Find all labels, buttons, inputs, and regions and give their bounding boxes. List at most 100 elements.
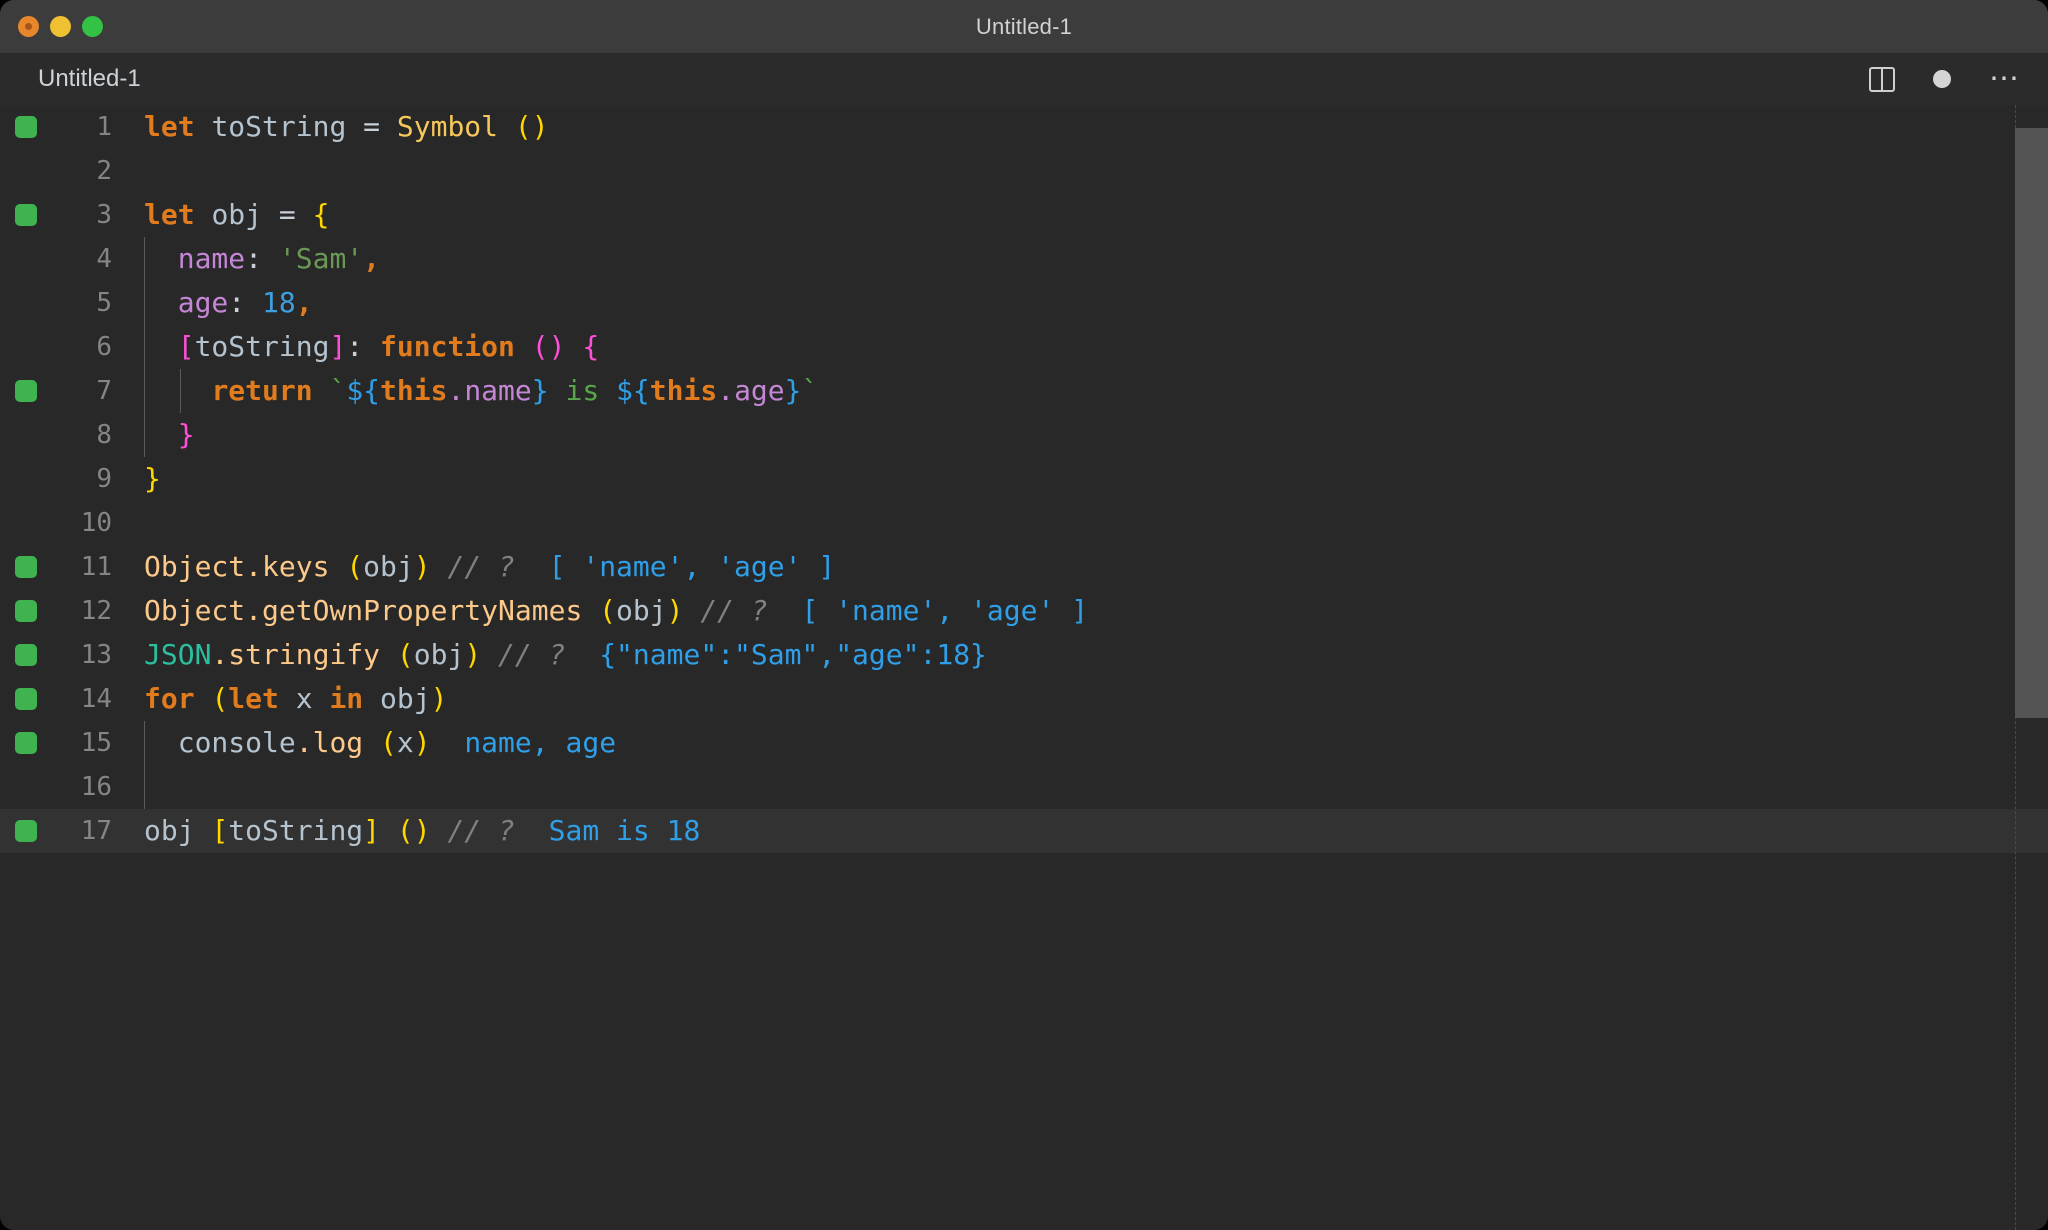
breakpoint-gutter[interactable] <box>0 336 52 358</box>
breakpoint-marker-empty[interactable] <box>15 292 37 314</box>
token-paren-open: ( <box>346 550 363 583</box>
breakpoint-marker[interactable] <box>15 556 37 578</box>
line-number: 13 <box>52 640 120 670</box>
code-content[interactable] <box>120 501 2048 545</box>
breakpoint-gutter[interactable] <box>0 424 52 446</box>
close-window-button[interactable] <box>18 16 39 37</box>
code-line[interactable]: 10 <box>0 501 2048 545</box>
breakpoint-marker[interactable] <box>15 820 37 842</box>
code-line[interactable]: 6 [toString]: function () { <box>0 325 2048 369</box>
token-paren-close: ) <box>414 814 431 847</box>
token-brace-close: } <box>178 418 195 451</box>
breakpoint-marker-empty[interactable] <box>15 776 37 798</box>
breakpoint-gutter[interactable] <box>0 380 52 402</box>
code-line[interactable]: 9 } <box>0 457 2048 501</box>
breakpoint-marker[interactable] <box>15 204 37 226</box>
token-brace-open: { <box>582 330 599 363</box>
breakpoint-marker-empty[interactable] <box>15 336 37 358</box>
tab-untitled-1[interactable]: Untitled-1 <box>38 65 141 93</box>
code-content[interactable]: let toString = Symbol () <box>120 105 2048 149</box>
token-comma: , <box>296 286 313 319</box>
code-content[interactable] <box>120 149 2048 193</box>
code-line[interactable]: 3 let obj = { <box>0 193 2048 237</box>
token-keyword: let <box>144 198 195 231</box>
vertical-scrollbar-thumb[interactable] <box>2015 128 2048 718</box>
code-line[interactable]: 7 return `${this.name} is ${this.age}` <box>0 369 2048 413</box>
code-line-active[interactable]: 17 obj [toString] () // ? Sam is 18 <box>0 809 2048 853</box>
breakpoint-gutter[interactable] <box>0 204 52 226</box>
breakpoint-marker-empty[interactable] <box>15 424 37 446</box>
unsaved-indicator-icon[interactable] <box>1933 70 1951 88</box>
editor-tabbar: Untitled-1 ⋯ <box>0 53 2048 105</box>
code-content[interactable]: } <box>120 457 2048 501</box>
code-line[interactable]: 1 let toString = Symbol () <box>0 105 2048 149</box>
maximize-window-button[interactable] <box>82 16 103 37</box>
minimize-window-button[interactable] <box>50 16 71 37</box>
breakpoint-marker-empty[interactable] <box>15 512 37 534</box>
breakpoint-gutter[interactable] <box>0 160 52 182</box>
breakpoint-gutter[interactable] <box>0 468 52 490</box>
token-template-close: } <box>532 374 549 407</box>
line-number: 15 <box>52 728 120 758</box>
split-editor-icon[interactable] <box>1869 67 1895 92</box>
breakpoint-gutter[interactable] <box>0 512 52 534</box>
code-content[interactable]: name: 'Sam', <box>120 237 2048 281</box>
code-line[interactable]: 2 <box>0 149 2048 193</box>
more-actions-icon[interactable]: ⋯ <box>1989 74 2022 84</box>
code-line[interactable]: 15 console.log (x) name, age <box>0 721 2048 765</box>
code-line[interactable]: 5 age: 18, <box>0 281 2048 325</box>
token-method-getownpropertynames: .getOwnPropertyNames <box>245 594 582 627</box>
indent-guide <box>144 369 145 413</box>
code-line[interactable]: 8 } <box>0 413 2048 457</box>
code-content[interactable]: JSON.stringify (obj) // ? {"name":"Sam",… <box>120 633 2048 677</box>
breakpoint-gutter[interactable] <box>0 556 52 578</box>
code-content[interactable]: age: 18, <box>120 281 2048 325</box>
code-line[interactable]: 14 for (let x in obj) <box>0 677 2048 721</box>
code-line[interactable]: 4 name: 'Sam', <box>0 237 2048 281</box>
breakpoint-marker[interactable] <box>15 644 37 666</box>
code-line[interactable]: 16 <box>0 765 2048 809</box>
token-paren-close: ) <box>532 110 549 143</box>
breakpoint-marker-empty[interactable] <box>15 160 37 182</box>
breakpoint-gutter[interactable] <box>0 116 52 138</box>
code-line[interactable]: 11 Object.keys (obj) // ? [ 'name', 'age… <box>0 545 2048 589</box>
indent-guide <box>180 369 181 413</box>
code-content[interactable]: [toString]: function () { <box>120 325 2048 369</box>
token-paren-close: ) <box>414 550 431 583</box>
code-content[interactable]: console.log (x) name, age <box>120 721 2048 765</box>
inline-result-value: {"name":"Sam","age":18} <box>599 638 987 671</box>
breakpoint-gutter[interactable] <box>0 820 52 842</box>
breakpoint-gutter[interactable] <box>0 688 52 710</box>
breakpoint-gutter[interactable] <box>0 732 52 754</box>
breakpoint-marker[interactable] <box>15 688 37 710</box>
line-number: 2 <box>52 156 120 186</box>
code-content[interactable]: Object.getOwnPropertyNames (obj) // ? [ … <box>120 589 2048 633</box>
inline-comment-marker: // ? <box>498 638 565 671</box>
breakpoint-gutter[interactable] <box>0 292 52 314</box>
breakpoint-marker[interactable] <box>15 600 37 622</box>
breakpoint-gutter[interactable] <box>0 248 52 270</box>
breakpoint-marker[interactable] <box>15 116 37 138</box>
line-number: 16 <box>52 772 120 802</box>
code-content[interactable]: for (let x in obj) <box>120 677 2048 721</box>
breakpoint-marker-empty[interactable] <box>15 248 37 270</box>
code-content[interactable]: Object.keys (obj) // ? [ 'name', 'age' ] <box>120 545 2048 589</box>
token-paren-close: ) <box>667 594 684 627</box>
breakpoint-marker[interactable] <box>15 380 37 402</box>
breakpoint-gutter[interactable] <box>0 776 52 798</box>
code-content[interactable] <box>120 765 2048 809</box>
code-content[interactable]: } <box>120 413 2048 457</box>
breakpoint-gutter[interactable] <box>0 644 52 666</box>
breakpoint-gutter[interactable] <box>0 600 52 622</box>
code-line[interactable]: 13 JSON.stringify (obj) // ? {"name":"Sa… <box>0 633 2048 677</box>
code-line[interactable]: 12 Object.getOwnPropertyNames (obj) // ?… <box>0 589 2048 633</box>
code-content[interactable]: let obj = { <box>120 193 2048 237</box>
breakpoint-marker[interactable] <box>15 732 37 754</box>
code-content[interactable]: obj [toString] () // ? Sam is 18 <box>120 809 2048 853</box>
vertical-scrollbar-track[interactable] <box>2015 105 2048 1230</box>
token-paren-open: ( <box>397 638 414 671</box>
code-content[interactable]: return `${this.name} is ${this.age}` <box>120 369 2048 413</box>
token-bracket-close: ] <box>329 330 346 363</box>
code-editor[interactable]: 1 let toString = Symbol () 2 3 let obj =… <box>0 105 2048 1230</box>
breakpoint-marker-empty[interactable] <box>15 468 37 490</box>
